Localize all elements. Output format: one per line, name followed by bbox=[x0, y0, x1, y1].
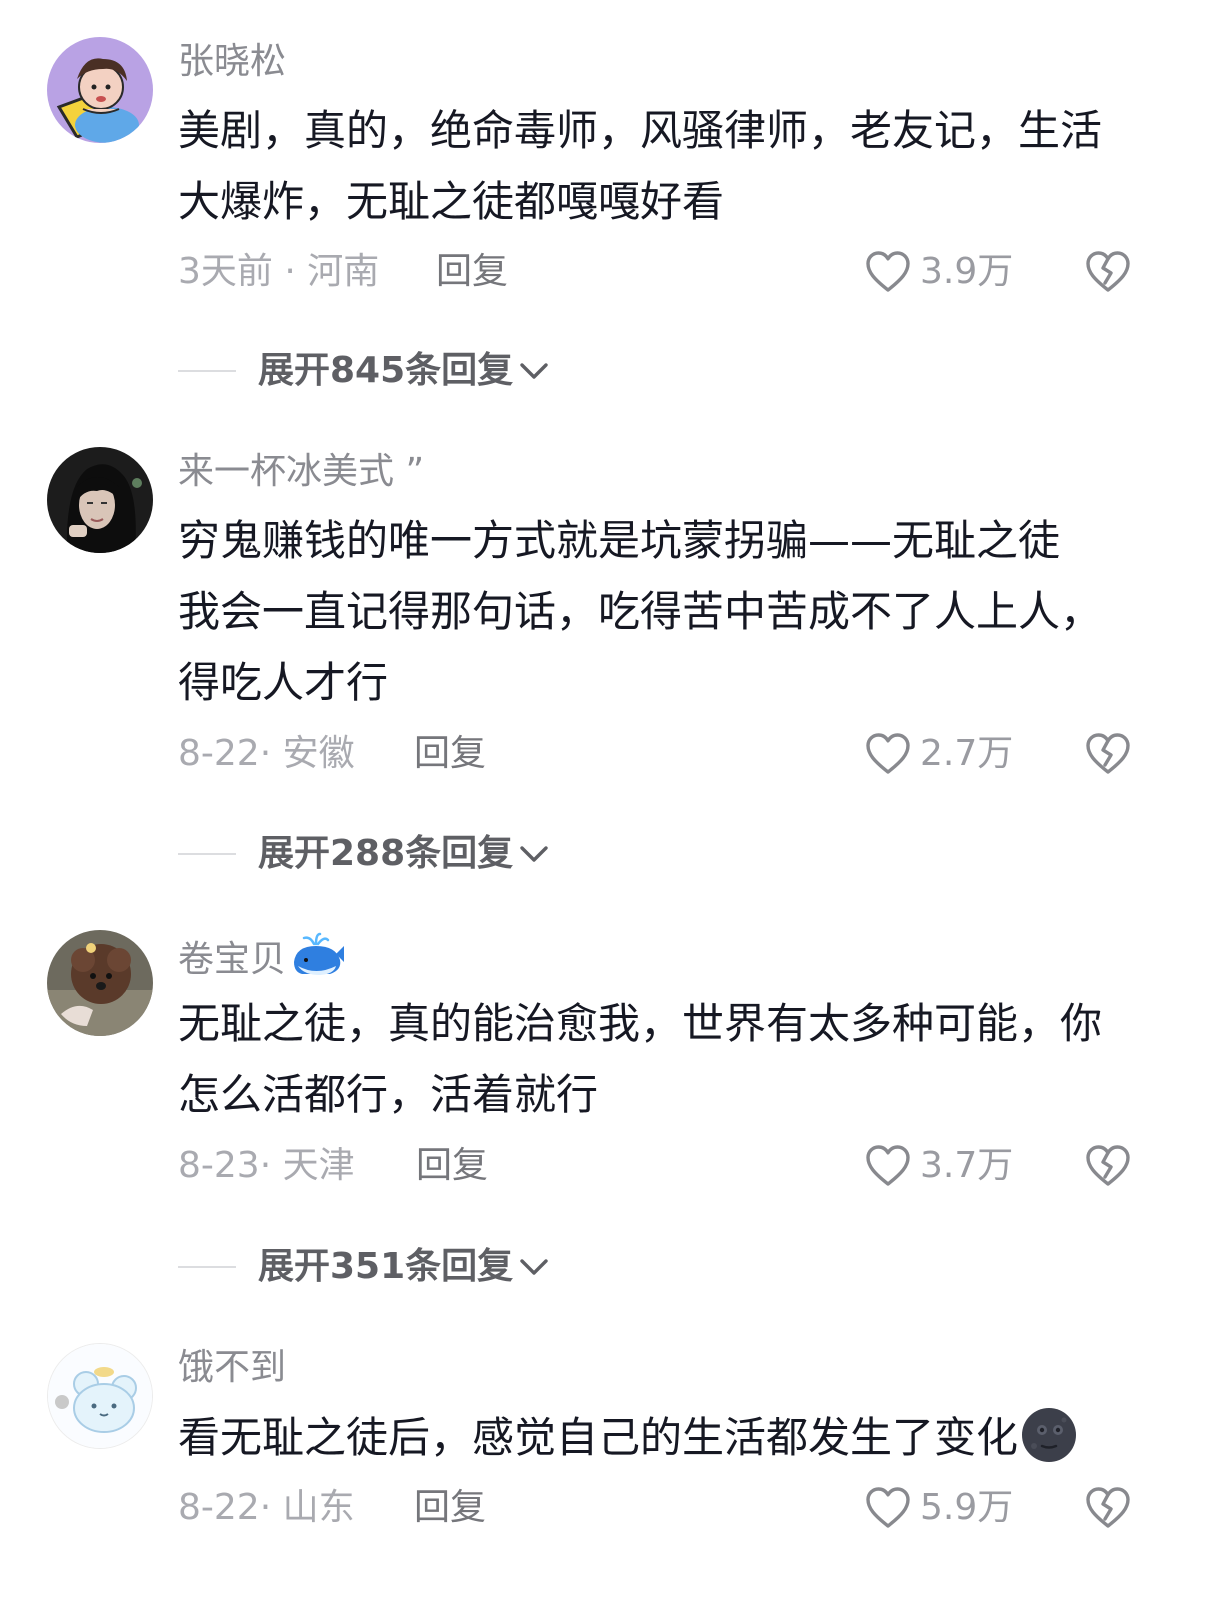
date-location: 3天前 · 河南 bbox=[178, 251, 380, 292]
chevron-down-icon bbox=[520, 846, 548, 862]
comment-text-line: 我会一直记得那句话，吃得苦中苦成不了人上人， bbox=[178, 587, 1103, 636]
heart-icon bbox=[866, 1145, 910, 1186]
chevron-down-icon bbox=[520, 363, 548, 379]
divider bbox=[178, 1266, 236, 1268]
comment-meta: 8-22· 山东 回复 5.9万 bbox=[178, 1483, 1148, 1533]
dislike-button[interactable] bbox=[1084, 1485, 1132, 1531]
chevron-down-icon bbox=[520, 1259, 548, 1275]
date-location: 8-22· 安徽 bbox=[178, 733, 355, 774]
comment-text: 无耻之徒，真的能治愈我，世界有太多种可能，你 怎么活都行，活着就行 bbox=[178, 988, 1138, 1130]
like-count: 3.7万 bbox=[920, 1145, 1014, 1186]
comment-text-content: 看无耻之徒后，感觉自己的生活都发生了变化 bbox=[178, 1413, 1019, 1462]
expand-replies-button[interactable]: 展开845条回复 bbox=[178, 346, 551, 396]
comment-text: 美剧，真的，绝命毒师，风骚律师，老友记，生活 大爆炸，无耻之徒都嘎嘎好看 bbox=[178, 95, 1138, 237]
heart-icon bbox=[866, 1487, 910, 1528]
username[interactable]: 卷宝贝 bbox=[178, 932, 346, 990]
avatar[interactable] bbox=[47, 930, 153, 1036]
avatar[interactable] bbox=[47, 1343, 153, 1449]
username[interactable]: 张晓松 bbox=[178, 39, 286, 85]
dislike-button[interactable] bbox=[1084, 731, 1132, 777]
expand-replies-button[interactable]: 展开288条回复 bbox=[178, 829, 551, 879]
comment-meta: 8-22· 安徽 回复 2.7万 bbox=[178, 729, 1148, 779]
comment-meta: 3天前 · 河南 回复 3.9万 bbox=[178, 247, 1148, 297]
username[interactable]: 饿不到 bbox=[178, 1345, 286, 1391]
heart-icon bbox=[866, 733, 910, 774]
broken-heart-icon bbox=[1086, 251, 1130, 292]
heart-icon bbox=[866, 251, 910, 292]
comment-text-line: 无耻之徒，真的能治愈我，世界有太多种可能，你 bbox=[178, 999, 1103, 1048]
comment-text: 看无耻之徒后，感觉自己的生活都发生了变化 bbox=[178, 1402, 1138, 1473]
reply-button[interactable]: 回复 bbox=[414, 1483, 486, 1533]
divider bbox=[178, 370, 236, 372]
expand-replies-label: 展开845条回复 bbox=[258, 350, 514, 391]
like-count: 2.7万 bbox=[920, 733, 1014, 774]
broken-heart-icon bbox=[1086, 1487, 1130, 1528]
comment-text-line: 得吃人才行 bbox=[178, 658, 389, 707]
whale-icon bbox=[290, 932, 346, 990]
comment-text-line: 怎么活都行，活着就行 bbox=[178, 1070, 599, 1119]
expand-replies-label: 展开351条回复 bbox=[258, 1246, 514, 1287]
like-button[interactable]: 3.9万 bbox=[864, 249, 1013, 295]
reply-button[interactable]: 回复 bbox=[414, 729, 486, 779]
comment-text-line: 大爆炸，无耻之徒都嘎嘎好看 bbox=[178, 177, 725, 226]
like-button[interactable]: 5.9万 bbox=[864, 1485, 1013, 1531]
like-button[interactable]: 2.7万 bbox=[864, 731, 1013, 777]
username[interactable]: 来一杯冰美式 ” bbox=[178, 449, 424, 495]
comment-text-line: 穷鬼赚钱的唯一方式就是坑蒙拐骗——无耻之徒 bbox=[178, 516, 1061, 565]
dislike-button[interactable] bbox=[1084, 1143, 1132, 1189]
broken-heart-icon bbox=[1086, 733, 1130, 774]
like-count: 3.9万 bbox=[920, 251, 1014, 292]
username-text: 卷宝贝 bbox=[178, 939, 287, 980]
avatar[interactable] bbox=[47, 447, 153, 553]
divider bbox=[178, 853, 236, 855]
comment-text-line: 美剧，真的，绝命毒师，风骚律师，老友记，生活 bbox=[178, 106, 1103, 155]
avatar[interactable] bbox=[47, 37, 153, 143]
comment-text-line: 看无耻之徒后，感觉自己的生活都发生了变化 bbox=[178, 1402, 1138, 1473]
date-location: 8-23· 天津 bbox=[178, 1145, 355, 1186]
expand-replies-label: 展开288条回复 bbox=[258, 833, 514, 874]
comment-meta: 8-23· 天津 回复 3.7万 bbox=[178, 1141, 1148, 1191]
dislike-button[interactable] bbox=[1084, 249, 1132, 295]
expand-replies-button[interactable]: 展开351条回复 bbox=[178, 1242, 551, 1292]
comment-text: 穷鬼赚钱的唯一方式就是坑蒙拐骗——无耻之徒 我会一直记得那句话，吃得苦中苦成不了… bbox=[178, 505, 1138, 718]
reply-button[interactable]: 回复 bbox=[436, 247, 508, 297]
broken-heart-icon bbox=[1086, 1145, 1130, 1186]
like-count: 5.9万 bbox=[920, 1487, 1014, 1528]
new-moon-face-icon bbox=[1022, 1408, 1077, 1462]
like-button[interactable]: 3.7万 bbox=[864, 1143, 1013, 1189]
date-location: 8-22· 山东 bbox=[178, 1487, 355, 1528]
reply-button[interactable]: 回复 bbox=[416, 1141, 488, 1191]
